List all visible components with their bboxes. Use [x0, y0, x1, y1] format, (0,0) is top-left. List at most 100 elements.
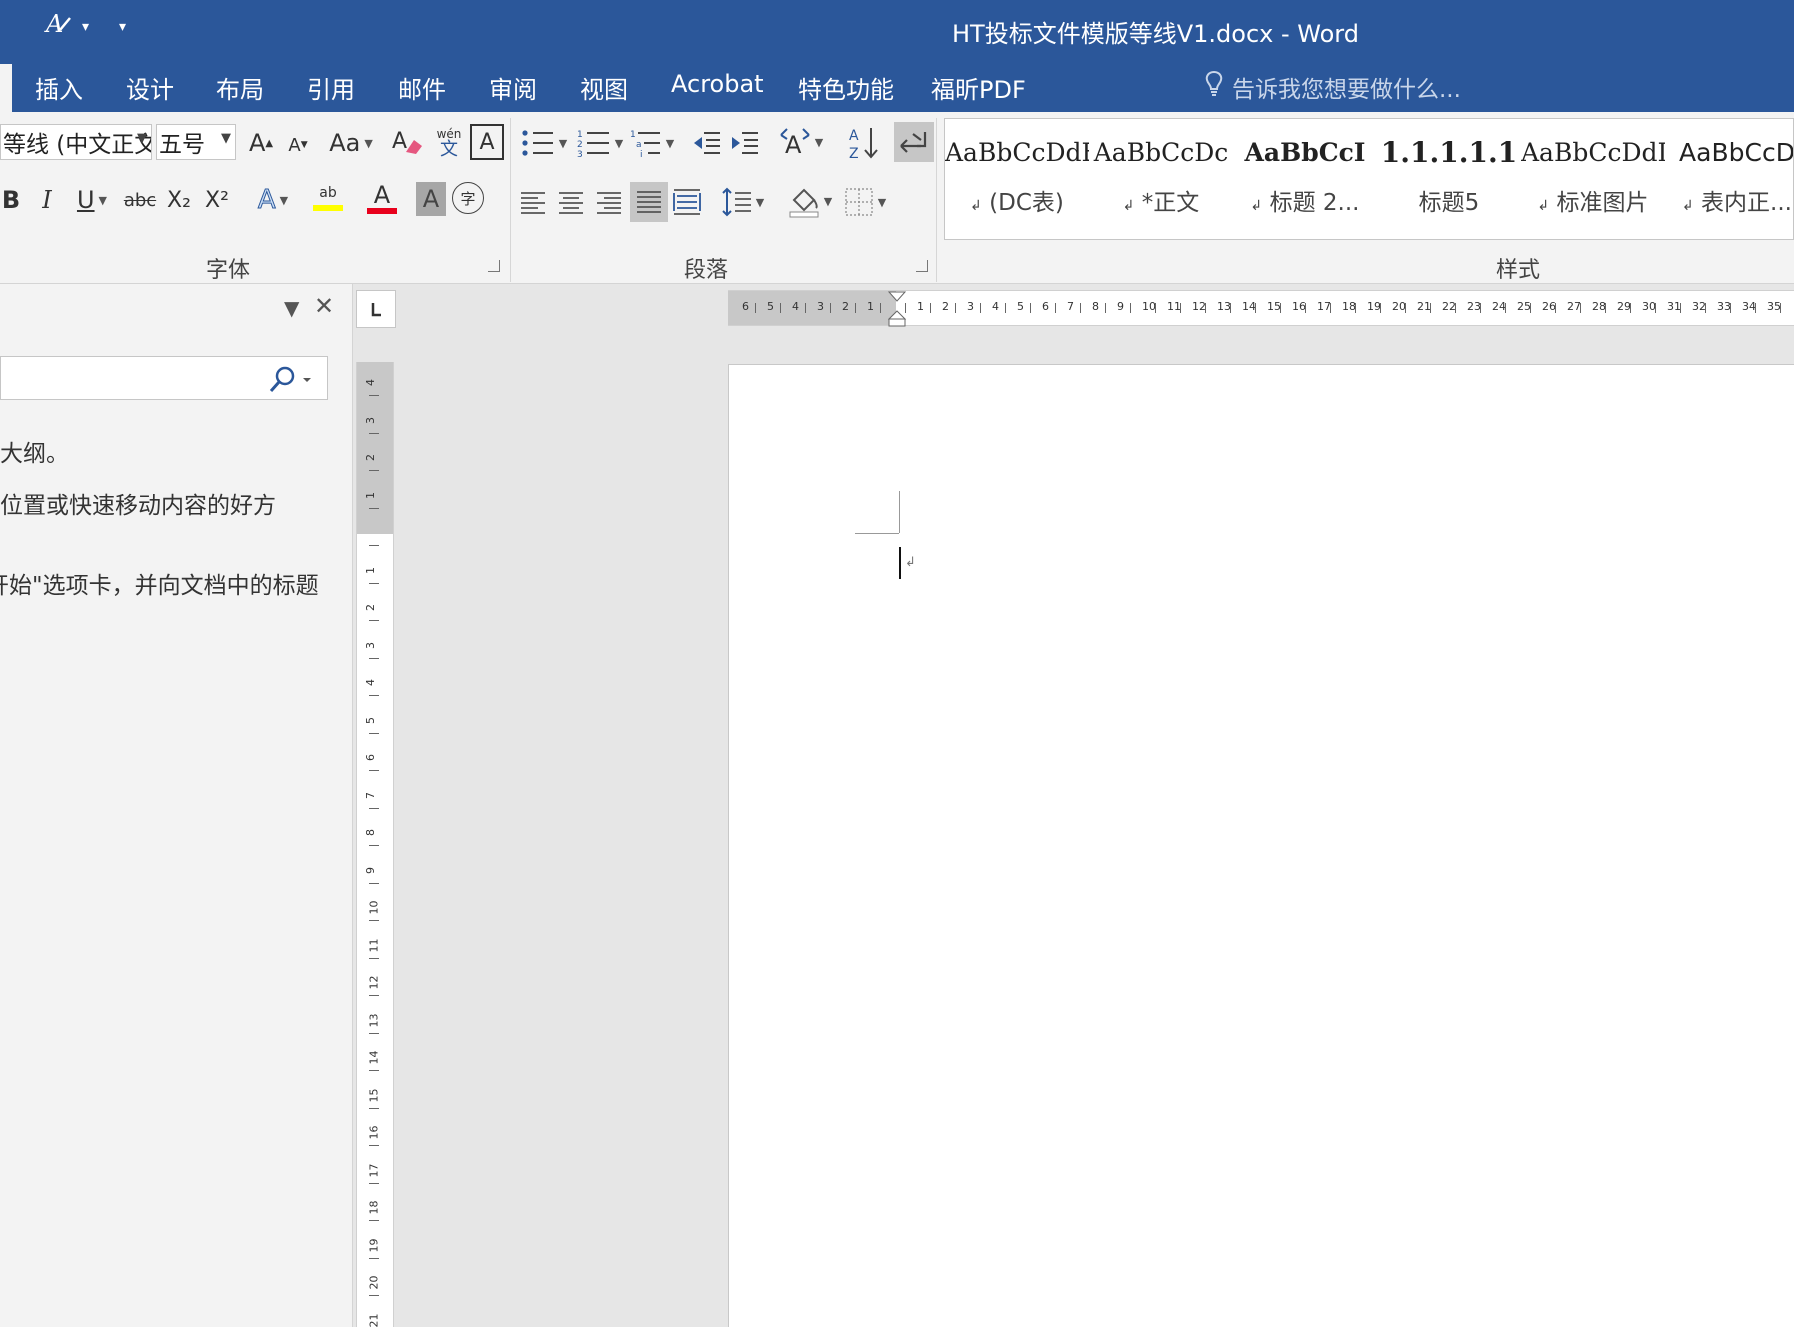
qat-dropdown-icon[interactable]: ▾: [82, 19, 89, 35]
align-left-button[interactable]: [516, 186, 550, 220]
grow-font-button[interactable]: A ▲: [246, 126, 276, 160]
multilevel-list-button[interactable]: 1 a i ▼: [628, 126, 676, 160]
indent-markers-icon[interactable]: [888, 291, 906, 327]
ruler-tick: [1730, 303, 1731, 313]
ruler-number: 8: [1092, 300, 1099, 313]
character-shading-button[interactable]: A: [416, 182, 446, 216]
strikethrough-button[interactable]: abc: [122, 182, 158, 218]
align-center-icon: [559, 192, 583, 214]
tab-view[interactable]: 视图: [580, 70, 628, 105]
ruler-tick: [930, 303, 931, 313]
navigation-search-input[interactable]: [0, 356, 328, 400]
style-item-standard-figure[interactable]: AaBbCcDdI ↲ 标准图片: [1521, 127, 1665, 233]
shrink-font-button[interactable]: A ▼: [284, 130, 312, 160]
style-item-body[interactable]: AaBbCcDc ↲ *正文: [1089, 127, 1233, 233]
chevron-down-icon[interactable]: ▼: [221, 131, 231, 146]
ruler-number: 30: [1642, 300, 1656, 313]
superscript-button[interactable]: X²: [202, 182, 232, 218]
align-right-button[interactable]: [592, 186, 626, 220]
pane-options-icon[interactable]: ▼: [284, 296, 299, 320]
style-item-table-body[interactable]: AaBbCcD ↲ 表内正...: [1665, 127, 1793, 233]
tab-start-selected[interactable]: [0, 64, 12, 112]
ruler-number: 4: [992, 300, 999, 313]
font-color-button[interactable]: A: [356, 178, 408, 218]
tab-special-features[interactable]: 特色功能: [798, 70, 894, 105]
align-center-button[interactable]: [554, 186, 588, 220]
tab-acrobat[interactable]: Acrobat: [671, 70, 764, 98]
horizontal-ruler[interactable]: 6 5 4 3 2 1 1 2 3 4 5 6 7 8 9 10 11 12 13 14 15 16 17 18 19 20 21 2…: [728, 290, 1794, 327]
text-effects-button[interactable]: A ▼: [250, 182, 296, 218]
ruler-tick: [369, 920, 379, 921]
text-boundary-corner: [855, 533, 899, 534]
ruler-tick: [369, 845, 379, 846]
bold-button[interactable]: B: [0, 182, 22, 218]
tab-foxit-pdf[interactable]: 福昕PDF: [931, 70, 1026, 105]
phonetic-guide-button[interactable]: wén 文: [432, 122, 466, 162]
text-cursor: [899, 547, 901, 579]
line-spacing-button[interactable]: ▼: [718, 184, 768, 220]
ruler-number: 5: [1017, 300, 1024, 313]
show-formatting-marks-button[interactable]: [894, 122, 934, 162]
paragraph-dialog-launcher-icon[interactable]: [916, 260, 928, 272]
ruler-tick: [369, 1032, 379, 1034]
asian-layout-button[interactable]: A ▼: [776, 124, 826, 160]
font-name-combo[interactable]: 等线 (中文正文 ▼: [0, 124, 152, 160]
ruler-tick: [1455, 303, 1456, 313]
ruler-tick: [369, 882, 379, 884]
tab-selector[interactable]: [356, 290, 396, 328]
document-page[interactable]: ↲: [728, 364, 1794, 1327]
ruler-number: 11: [367, 938, 381, 952]
highlight-button[interactable]: ab: [302, 178, 354, 218]
font-dialog-launcher-icon[interactable]: [488, 260, 500, 272]
ruler-number: 13: [1217, 300, 1231, 313]
ruler-number: 3: [364, 416, 377, 424]
justify-button[interactable]: [630, 182, 668, 222]
format-painter-qat-icon[interactable]: A: [44, 8, 74, 45]
ruler-tick: [369, 545, 379, 546]
search-icon[interactable]: [267, 365, 313, 399]
vertical-ruler[interactable]: 4 3 2 1 1 2 3 4 5 6 7 8 9 10 11 12 13 14 15 16 17 18 19 20 21: [356, 362, 394, 1327]
ruler-tick: [369, 732, 379, 734]
close-icon[interactable]: ✕: [314, 292, 334, 320]
styles-gallery: AaBbCcDdE ↲ (DC表) AaBbCcDc ↲ *正文 AaBbCcI…: [944, 118, 1794, 240]
ruler-tick: [369, 957, 379, 959]
sort-button[interactable]: AZ: [848, 124, 880, 162]
navigation-tip-line-1: 大纲。: [0, 441, 69, 467]
tab-layout[interactable]: 布局: [216, 70, 264, 105]
decrease-indent-button[interactable]: [690, 126, 724, 160]
ruler-number: 1: [917, 300, 924, 313]
left-tab-stop-icon: [371, 303, 381, 317]
group-divider: [510, 118, 511, 282]
tab-design[interactable]: 设计: [126, 70, 174, 105]
tab-review[interactable]: 审阅: [489, 70, 537, 105]
shading-button[interactable]: ▼: [784, 182, 836, 220]
distributed-icon: [673, 189, 701, 215]
paragraph-group-label: 段落: [684, 258, 729, 283]
ruler-tick: [1430, 303, 1431, 313]
highlight-color-bar: [313, 205, 343, 211]
numbering-button[interactable]: 1 2 3 ▼: [574, 126, 626, 160]
underline-button[interactable]: U ▼: [70, 182, 114, 218]
ruler-tick: [1630, 303, 1631, 313]
italic-button[interactable]: I: [34, 182, 60, 218]
enclose-characters-button[interactable]: 字: [452, 182, 484, 214]
increase-indent-button[interactable]: [728, 126, 762, 160]
distributed-button[interactable]: [670, 184, 704, 220]
tab-mailings[interactable]: 邮件: [398, 70, 446, 105]
style-item-heading-2[interactable]: AaBbCcI ↲ 标题 2...: [1233, 127, 1377, 233]
tab-insert[interactable]: 插入: [35, 70, 83, 105]
character-border-button[interactable]: A: [470, 124, 504, 160]
customize-qat-icon[interactable]: ▾: [119, 19, 126, 35]
subscript-button[interactable]: X₂: [164, 182, 194, 218]
tell-me-search[interactable]: 告诉我您想要做什么...: [1204, 70, 1461, 104]
style-item-dc-table[interactable]: AaBbCcDdE ↲ (DC表): [945, 127, 1089, 233]
tab-references[interactable]: 引用: [307, 70, 355, 105]
clear-formatting-button[interactable]: A: [390, 124, 426, 160]
chevron-down-icon[interactable]: ▼: [137, 131, 147, 146]
borders-button[interactable]: ▼: [840, 184, 890, 220]
font-size-combo[interactable]: 五号 ▼: [156, 124, 236, 160]
change-case-button[interactable]: Aa ▼: [326, 126, 376, 160]
style-item-heading-5[interactable]: 1.1.1.1.1 标题5: [1377, 127, 1521, 233]
bullets-button[interactable]: ▼: [518, 126, 570, 160]
ruler-number: 32: [1692, 300, 1706, 313]
